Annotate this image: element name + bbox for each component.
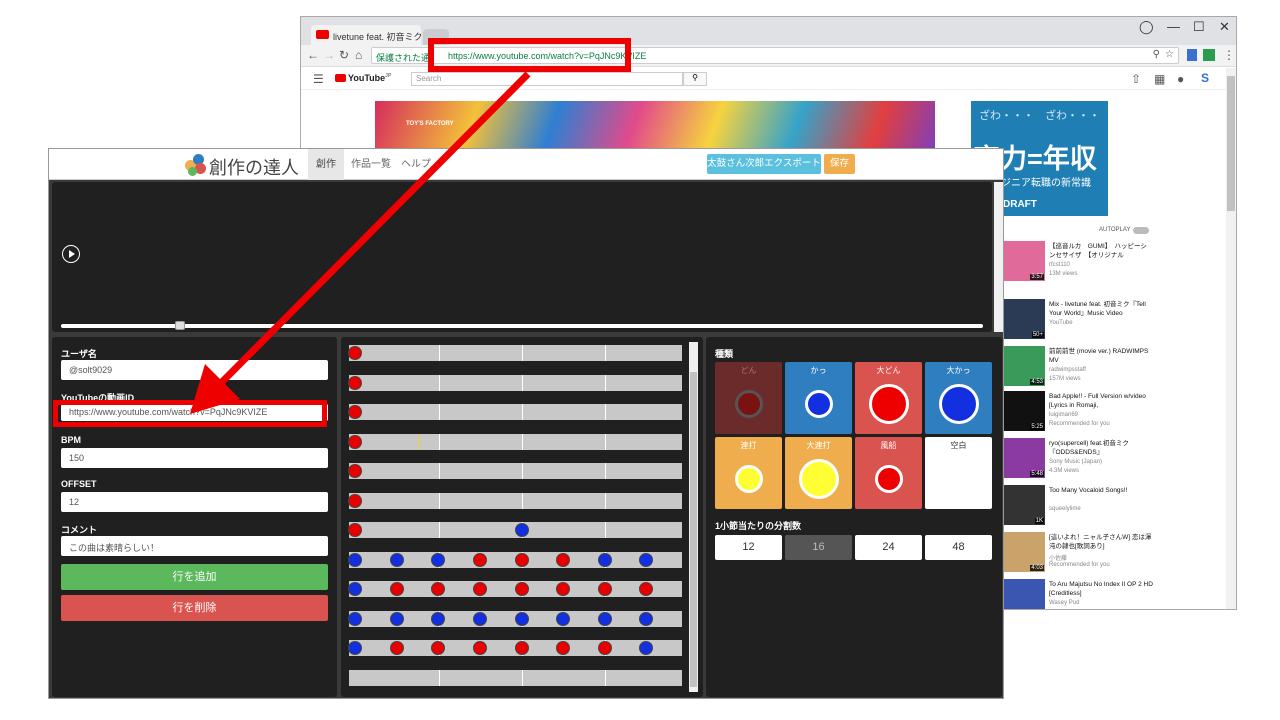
arrow-line [219, 71, 531, 385]
annotation-arrow [190, 71, 531, 414]
